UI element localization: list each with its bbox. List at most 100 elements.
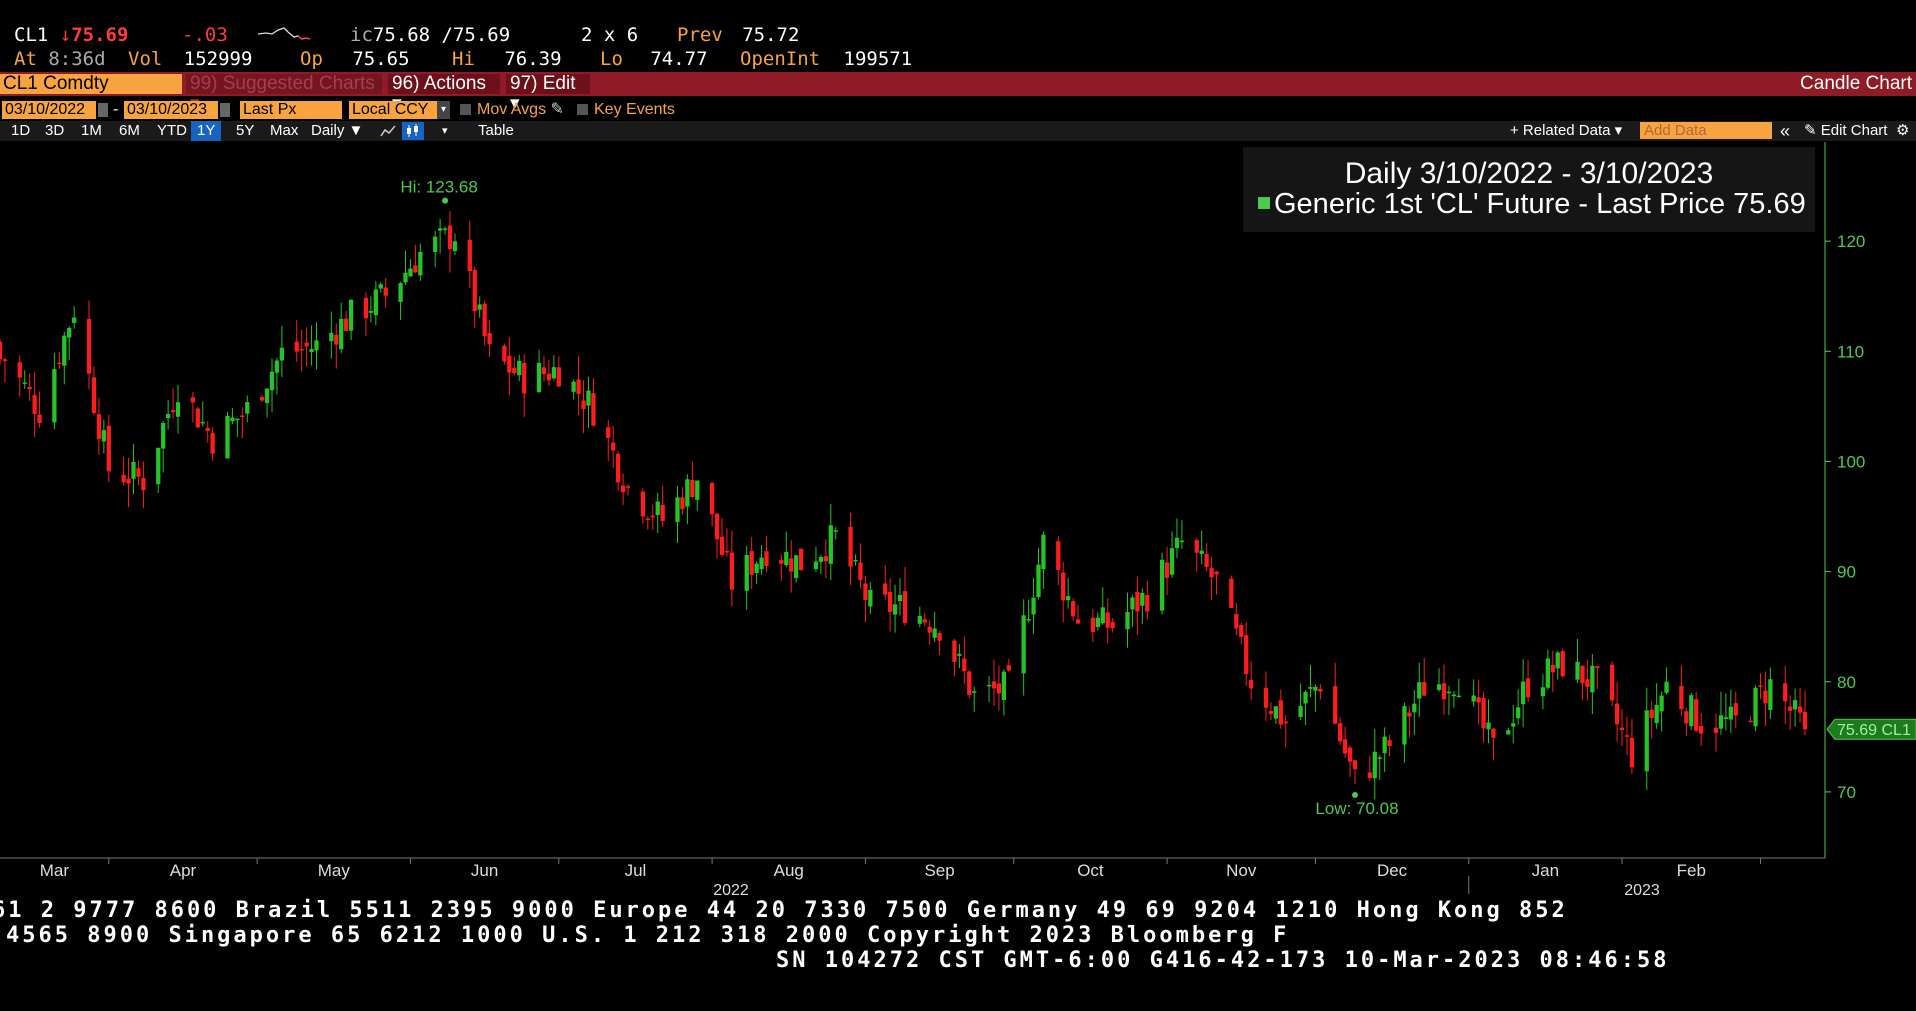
candle-body bbox=[680, 497, 685, 510]
candle-body bbox=[1333, 686, 1338, 724]
candle-body bbox=[1713, 727, 1719, 734]
key-events-checkbox[interactable] bbox=[577, 104, 588, 115]
candle-body bbox=[1194, 540, 1199, 553]
range-1m[interactable]: 1M bbox=[81, 121, 102, 141]
candle-body bbox=[883, 583, 888, 595]
candle-body bbox=[591, 393, 596, 426]
at-label: At bbox=[14, 48, 37, 70]
y-axis: 70 80 90 100 110 120 bbox=[1824, 142, 1865, 858]
candle-body bbox=[1590, 665, 1595, 693]
candle-body bbox=[314, 340, 319, 351]
candle-body bbox=[517, 360, 522, 376]
candle-body bbox=[868, 589, 873, 607]
end-calendar-icon[interactable] bbox=[220, 103, 230, 117]
candle-body bbox=[1313, 686, 1318, 691]
candle-body bbox=[1699, 725, 1704, 734]
candle-body bbox=[645, 518, 650, 521]
candle-body bbox=[1580, 665, 1585, 684]
candle-body bbox=[437, 228, 443, 231]
candle-body bbox=[403, 272, 408, 283]
open-label: Op bbox=[300, 48, 323, 70]
candle-body bbox=[1342, 739, 1348, 754]
candle-body bbox=[1338, 723, 1343, 742]
collapse-icon[interactable]: « bbox=[1780, 121, 1790, 141]
candle-body bbox=[264, 388, 270, 404]
candle-body bbox=[606, 427, 611, 438]
candle-body bbox=[1372, 751, 1377, 779]
candle-body bbox=[650, 515, 655, 518]
candle-body bbox=[1199, 550, 1204, 555]
candle-body bbox=[1095, 617, 1100, 628]
candle-body bbox=[245, 402, 250, 414]
last-price: 75.69 bbox=[71, 24, 129, 46]
field-selector[interactable]: Last Px bbox=[240, 101, 342, 119]
line-chart-icon[interactable] bbox=[379, 123, 397, 139]
pencil-icon[interactable]: ✎ bbox=[551, 101, 564, 118]
candle-body bbox=[1066, 596, 1071, 601]
high-label: Hi bbox=[452, 48, 475, 70]
candle-body bbox=[892, 604, 898, 615]
candle-body bbox=[309, 348, 314, 353]
candle-chart[interactable]: 70 80 90 100 110 120 Mar Apr May Jun Jul Aug Sep Oct… bbox=[0, 142, 1916, 899]
end-date-field[interactable]: 03/10/2023 bbox=[124, 101, 218, 119]
candle-body bbox=[1733, 703, 1738, 716]
start-calendar-icon[interactable] bbox=[98, 103, 108, 117]
x-year-label: 2022 bbox=[713, 882, 749, 899]
candle-body bbox=[962, 658, 967, 672]
add-data-input[interactable]: Add Data bbox=[1640, 122, 1772, 139]
low-value: 74.77 bbox=[650, 48, 708, 70]
candle-body bbox=[1130, 597, 1135, 610]
candle-body bbox=[1308, 687, 1313, 689]
security-field[interactable]: CL1 Comdty bbox=[0, 74, 182, 94]
range-1y[interactable]: 1Y bbox=[191, 121, 222, 141]
edit-chart-button[interactable]: ✎ Edit Chart bbox=[1804, 121, 1887, 141]
chart-options-dropdown-icon[interactable]: ▾ bbox=[442, 121, 448, 141]
candle-body bbox=[1644, 710, 1649, 772]
range-1d[interactable]: 1D bbox=[11, 121, 30, 141]
candle-body bbox=[1783, 683, 1788, 702]
candle-body bbox=[690, 479, 695, 497]
candle-body bbox=[1486, 722, 1491, 730]
x-month-label: Dec bbox=[1377, 861, 1408, 880]
candle-body bbox=[1204, 553, 1209, 567]
range-6m[interactable]: 6M bbox=[119, 121, 140, 141]
currency-selector[interactable]: Local CCY bbox=[349, 101, 445, 119]
candle-body bbox=[709, 482, 715, 515]
range-3d[interactable]: 3D bbox=[45, 121, 64, 141]
bid-ask: 75.68 /75.69 bbox=[372, 24, 511, 46]
mov-avgs-checkbox[interactable] bbox=[460, 104, 471, 115]
currency-dropdown-icon[interactable]: ▾ bbox=[437, 101, 450, 119]
period-selector[interactable]: Daily ▼ bbox=[311, 121, 363, 141]
settings-gear-icon[interactable]: ⚙ bbox=[1896, 121, 1909, 141]
candle-body bbox=[235, 418, 240, 421]
candle-body bbox=[1249, 680, 1254, 689]
candle-body bbox=[57, 362, 62, 365]
actions-menu[interactable]: 96) Actions ▾ bbox=[388, 74, 500, 114]
start-date-field[interactable]: 03/10/2022 bbox=[2, 101, 96, 119]
candle-body bbox=[72, 317, 77, 323]
candle-body bbox=[536, 362, 542, 393]
candle-body bbox=[91, 377, 97, 414]
ticker[interactable]: CL1 bbox=[14, 24, 48, 46]
suggested-charts-menu[interactable]: 99) Suggested Charts ▾ bbox=[186, 74, 382, 114]
candle-body bbox=[1041, 534, 1046, 570]
candle-body bbox=[1575, 661, 1580, 680]
net-change: -.03 bbox=[182, 24, 228, 46]
candle-body bbox=[952, 640, 957, 662]
candle-chart-icon[interactable] bbox=[402, 122, 424, 140]
range-5y[interactable]: 5Y bbox=[236, 121, 254, 141]
key-events-label: Key Events bbox=[594, 101, 675, 118]
candle-body bbox=[571, 381, 576, 392]
candle-body bbox=[1031, 597, 1036, 615]
range-ytd[interactable]: YTD bbox=[157, 121, 187, 141]
candle-body bbox=[279, 347, 285, 361]
edit-menu[interactable]: 97) Edit ▾ bbox=[506, 74, 590, 114]
table-button[interactable]: Table bbox=[478, 121, 514, 141]
candle-body bbox=[1347, 747, 1353, 762]
candle-body bbox=[348, 299, 354, 331]
related-data-button[interactable]: + Related Data ▾ bbox=[1510, 121, 1622, 141]
range-max[interactable]: Max bbox=[270, 121, 298, 141]
candle-body bbox=[888, 591, 893, 612]
candle-body bbox=[986, 684, 992, 687]
candle-body bbox=[205, 427, 210, 431]
